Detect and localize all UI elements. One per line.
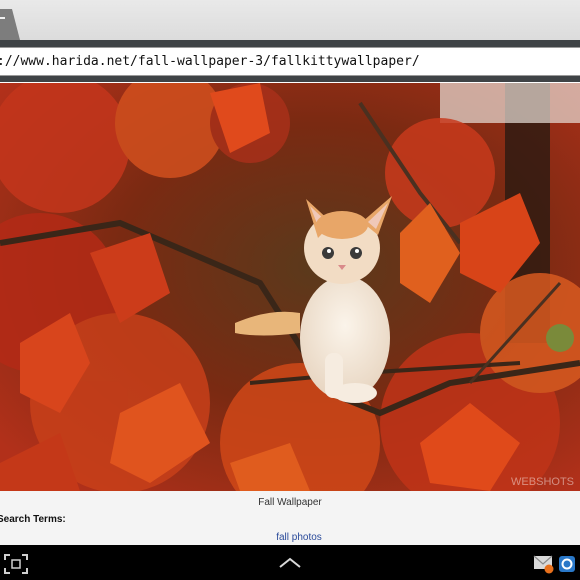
up-chevron-icon[interactable] <box>279 557 301 569</box>
url-field[interactable]: ://www.harida.net/fall-wallpaper-3/fallk… <box>0 47 580 76</box>
app-notification-icon[interactable] <box>558 555 576 573</box>
kitten-autumn-photo <box>0 83 580 491</box>
tab-close-icon[interactable] <box>0 17 5 19</box>
system-navigation-bar <box>0 545 580 580</box>
url-text[interactable]: ://www.harida.net/fall-wallpaper-3/fallk… <box>0 54 420 69</box>
screenshot-icon[interactable] <box>4 554 28 574</box>
page-content: Fall Wallpaper Search Terms: fall photos <box>0 491 580 545</box>
mail-notification-icon[interactable] <box>533 554 555 574</box>
search-terms-label: Search Terms: <box>0 514 66 525</box>
image-caption: Fall Wallpaper <box>258 497 322 508</box>
browser-tab[interactable] <box>0 9 20 40</box>
wallpaper-image[interactable]: WEBSHOTS <box>0 83 580 491</box>
browser-tab-bar <box>0 0 580 40</box>
search-term-link[interactable]: fall photos <box>0 532 580 543</box>
image-watermark: WEBSHOTS <box>511 476 574 488</box>
